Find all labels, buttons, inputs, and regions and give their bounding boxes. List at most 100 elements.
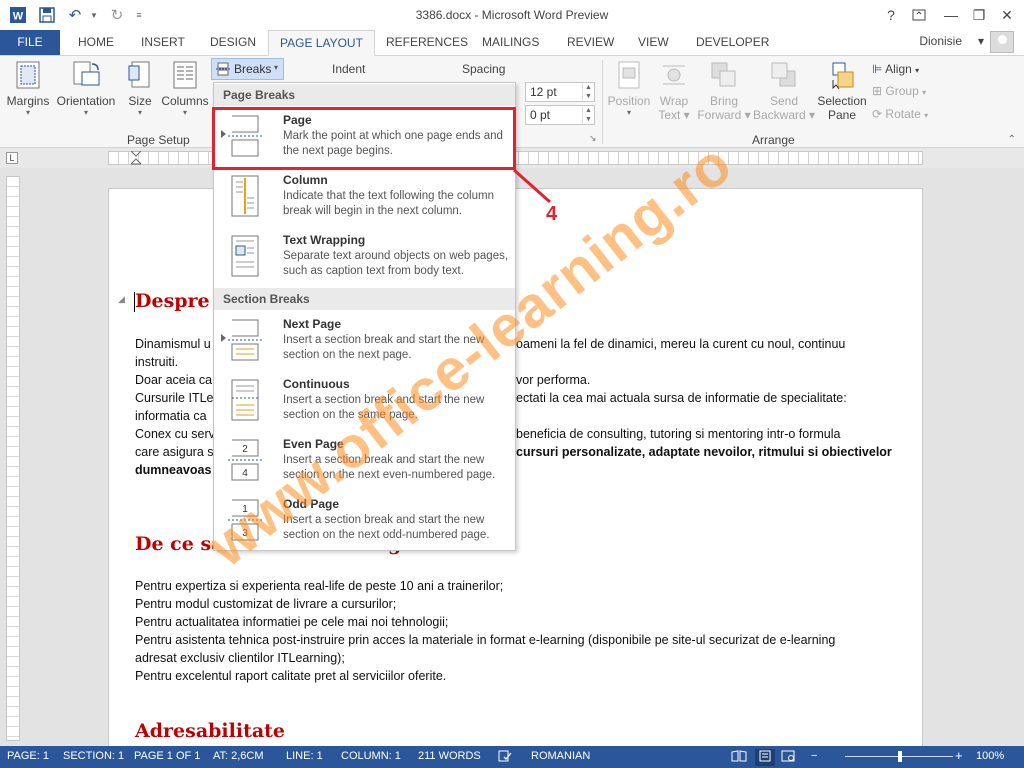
group-separator	[602, 60, 603, 144]
text-wrapping-break-icon	[228, 234, 262, 278]
restore-button[interactable]: ❐	[966, 2, 992, 28]
tab-home[interactable]: HOME	[67, 30, 125, 55]
tab-file[interactable]: FILE	[0, 30, 60, 55]
spacing-after-spinner[interactable]: ▲ ▼	[582, 106, 594, 124]
columns-caret-icon: ▾	[182, 108, 187, 117]
minimize-button[interactable]: —	[938, 2, 964, 28]
tab-view[interactable]: VIEW	[627, 30, 680, 55]
zoom-slider-thumb[interactable]	[898, 751, 902, 762]
section-breaks-header: Section Breaks	[214, 288, 515, 310]
ribbon-display-options-icon[interactable]	[906, 2, 932, 28]
breaks-icon	[216, 62, 230, 79]
doc-line-6-right: beneficia de consulting, tutoring si men…	[516, 427, 841, 441]
doc-line-6-left: Conex cu serv	[135, 427, 215, 441]
tab-insert[interactable]: INSERT	[130, 30, 196, 55]
doc-line-5-left: informatia ca	[135, 409, 207, 423]
spacing-after-field[interactable]: 0 pt ▲ ▼	[525, 105, 595, 125]
paragraph-dialog-launcher-icon[interactable]: ↘	[589, 133, 597, 144]
close-button[interactable]: ✕	[994, 2, 1020, 28]
doc-line-7-left: care asigura s	[135, 445, 214, 459]
print-layout-icon[interactable]	[755, 749, 775, 766]
indent-marker-icon[interactable]	[129, 150, 143, 165]
align-icon: ⊫	[872, 62, 883, 76]
ribbon-tab-bar: FILE HOME INSERT DESIGN PAGE LAYOUT REFE…	[0, 30, 1024, 56]
send-backward-button[interactable]: Send Backward ▾	[752, 60, 816, 122]
size-caret-icon: ▾	[137, 108, 142, 117]
align-button[interactable]: ⊫ Align ▾	[872, 62, 919, 76]
doc-list-line-6: Pentru excelentul raport calitate pret a…	[135, 669, 447, 683]
orientation-button[interactable]: Orientation ▾	[54, 60, 118, 117]
menu-item-column-break[interactable]: Column Indicate that the text following …	[214, 168, 515, 228]
doc-line-1-left: Dinamismul u	[135, 337, 211, 351]
read-mode-icon[interactable]	[731, 750, 747, 765]
user-dropdown-icon[interactable]: ▾	[978, 34, 984, 48]
tab-selector[interactable]: L	[6, 152, 18, 164]
tab-references[interactable]: REFERENCES	[375, 30, 479, 55]
continuous-break-icon	[228, 378, 262, 422]
help-button[interactable]: ?	[878, 2, 904, 28]
collapse-ribbon-icon[interactable]: ⌃	[1008, 134, 1016, 145]
status-page[interactable]: PAGE: 1	[7, 750, 49, 762]
status-page-of[interactable]: PAGE 1 OF 1	[134, 750, 200, 762]
wrap-text-button[interactable]: Wrap Text ▾	[654, 60, 694, 122]
columns-icon	[170, 60, 200, 90]
heading-adresabilitate: Adresabilitate	[135, 720, 286, 742]
selection-pane-icon	[827, 60, 857, 90]
annotation-highlight-box	[212, 107, 516, 170]
orientation-icon	[71, 60, 101, 90]
status-words[interactable]: 211 WORDS	[418, 750, 481, 762]
status-column[interactable]: COLUMN: 1	[341, 750, 401, 762]
status-bar: PAGE: 1 SECTION: 1 PAGE 1 OF 1 AT: 2,6CM…	[0, 746, 1024, 768]
status-section[interactable]: SECTION: 1	[63, 750, 124, 762]
margins-button[interactable]: Margins ▾	[6, 60, 50, 117]
menu-item-text-wrapping-break[interactable]: Text Wrapping Separate text around objec…	[214, 228, 515, 288]
zoom-out-icon[interactable]: −	[811, 750, 817, 762]
columns-button[interactable]: Columns ▾	[160, 60, 210, 117]
web-layout-icon[interactable]	[781, 750, 795, 765]
bring-forward-button[interactable]: Bring Forward ▾	[696, 60, 752, 122]
size-button[interactable]: Size ▾	[124, 60, 156, 117]
doc-line-3-left: Doar aceia ca	[135, 373, 213, 387]
vertical-ruler[interactable]	[6, 176, 20, 741]
doc-line-2-left: instruiti.	[135, 355, 179, 369]
zoom-in-icon[interactable]: +	[955, 748, 963, 763]
spacing-before-field[interactable]: 12 pt ▲ ▼	[525, 82, 595, 102]
tab-developer[interactable]: DEVELOPER	[685, 30, 780, 55]
window-title: 3386.docx - Microsoft Word Preview	[415, 8, 609, 22]
annotation-step-number: 4	[546, 203, 558, 225]
column-break-icon	[228, 174, 262, 218]
tab-design[interactable]: DESIGN	[199, 30, 267, 55]
tab-page-layout[interactable]: PAGE LAYOUT	[268, 30, 375, 56]
menu-pointer-icon	[221, 334, 226, 342]
breaks-button[interactable]: Breaks ▾	[211, 58, 284, 80]
page-setup-group-label: Page Setup	[127, 133, 190, 147]
rotate-button[interactable]: ⟳ Rotate ▾	[872, 107, 928, 121]
next-page-break-icon	[228, 318, 262, 362]
wrap-text-icon	[659, 60, 689, 90]
svg-text:4: 4	[242, 468, 248, 479]
user-avatar[interactable]	[990, 31, 1014, 53]
doc-line-1-right: oameni la fel de dinamici, mereu la cure…	[516, 337, 846, 351]
selection-pane-button[interactable]: Selection Pane	[815, 60, 869, 122]
group-button[interactable]: ⊞ Group ▾	[872, 84, 926, 98]
zoom-level[interactable]: 100%	[976, 750, 1004, 762]
size-icon	[125, 60, 155, 90]
spacing-before-spinner[interactable]: ▲ ▼	[582, 83, 594, 101]
status-language[interactable]: ROMANIAN	[531, 750, 590, 762]
tab-review[interactable]: REVIEW	[556, 30, 625, 55]
spacing-label: Spacing	[462, 62, 506, 76]
margins-caret-icon: ▾	[25, 108, 30, 117]
proofing-icon[interactable]	[498, 750, 512, 765]
status-line[interactable]: LINE: 1	[286, 750, 323, 762]
position-button[interactable]: Position ▾	[606, 60, 652, 117]
even-page-break-icon: 24	[228, 438, 262, 482]
status-at[interactable]: AT: 2,6CM	[213, 750, 264, 762]
title-bar: W ↶ ▼ ↻ ≡ 3386.docx - Microsoft Word Pre…	[0, 0, 1024, 30]
user-name[interactable]: Dionisie	[919, 34, 962, 48]
margins-icon	[13, 60, 43, 90]
tab-mailings[interactable]: MAILINGS	[471, 30, 550, 55]
page-breaks-header: Page Breaks	[214, 84, 515, 106]
collapse-heading-icon[interactable]: ◢	[118, 294, 125, 305]
doc-list-line-5: adresat exclusiv clientilor ITLearning);	[135, 651, 345, 665]
send-backward-icon	[769, 60, 799, 90]
